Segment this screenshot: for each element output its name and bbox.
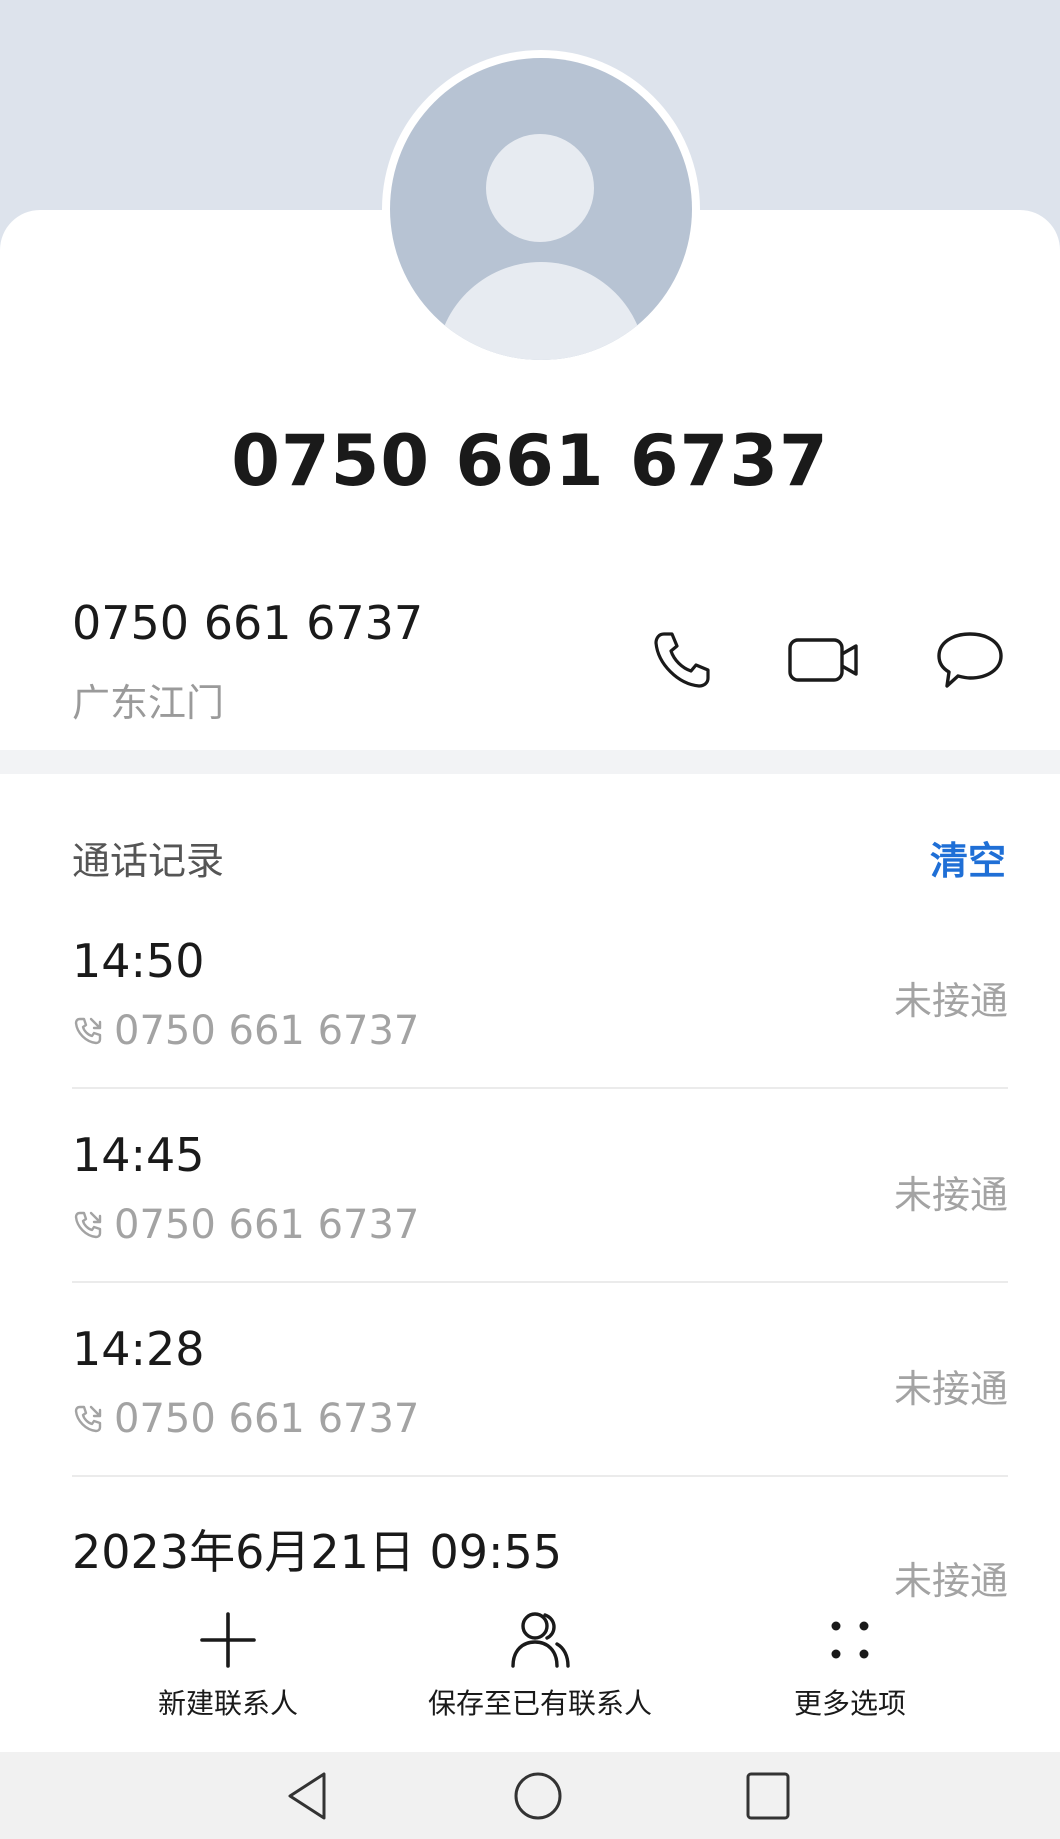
section-separator <box>0 750 1060 774</box>
avatar <box>382 50 700 368</box>
avatar-placeholder <box>390 58 692 360</box>
table-row[interactable]: 14:50 0750 661 6737 未接通 <box>72 934 1008 1127</box>
avatar-body-shape <box>436 262 646 360</box>
save-to-existing-label: 保存至已有联系人 <box>427 1687 652 1720</box>
call-time: 14:45 <box>72 1128 205 1182</box>
video-camera-icon[interactable] <box>786 622 862 698</box>
call-number-row: 0750 661 6737 <box>72 1008 419 1054</box>
call-log-title: 通话记录 <box>72 839 225 883</box>
call-status: 未接通 <box>893 1173 1008 1217</box>
message-bubble-icon[interactable] <box>932 622 1008 698</box>
list-divider <box>72 1475 1008 1477</box>
phone-number[interactable]: 0750 661 6737 <box>72 596 423 650</box>
call-number: 0750 661 6737 <box>114 1396 420 1442</box>
more-dots-icon <box>831 1621 869 1659</box>
table-row[interactable]: 14:28 0750 661 6737 未接通 <box>72 1322 1008 1515</box>
system-navigation-bar <box>0 1752 1060 1839</box>
call-number-row: 0750 661 6737 <box>72 1396 419 1442</box>
save-to-existing-contact-button[interactable]: 保存至已有联系人 <box>400 1608 680 1722</box>
call-status: 未接通 <box>893 979 1008 1023</box>
table-row[interactable]: 14:45 0750 661 6737 未接通 <box>72 1128 1008 1321</box>
recents-nav-icon[interactable] <box>744 1770 792 1826</box>
call-number: 0750 661 6737 <box>114 1202 420 1248</box>
phone-location: 广东江门 <box>72 681 225 725</box>
avatar-head-shape <box>486 134 594 242</box>
more-options-button[interactable]: 更多选项 <box>740 1608 960 1722</box>
home-nav-icon[interactable] <box>512 1770 564 1826</box>
call-number: 0750 661 6737 <box>114 1008 420 1054</box>
missed-call-icon <box>74 1211 102 1239</box>
call-time: 14:50 <box>72 934 205 988</box>
table-row[interactable]: 2023年6月21日 09:55 未接通 <box>72 1516 1008 1600</box>
contacts-icon <box>511 1612 570 1668</box>
bottom-action-bar: 新建联系人 保存至已有联系人 更多选项 <box>0 1600 1060 1750</box>
clear-button[interactable]: 清空 <box>930 830 1006 885</box>
more-options-label: 更多选项 <box>793 1687 906 1720</box>
list-divider <box>72 1281 1008 1283</box>
new-contact-label: 新建联系人 <box>157 1687 298 1720</box>
missed-call-icon <box>74 1017 102 1045</box>
call-time: 14:28 <box>72 1322 205 1376</box>
phone-icon[interactable] <box>644 622 720 698</box>
page-title: 0750 661 6737 <box>231 420 829 502</box>
call-status: 未接通 <box>893 1367 1008 1411</box>
missed-call-icon <box>74 1405 102 1433</box>
back-nav-icon[interactable] <box>284 1770 332 1826</box>
new-contact-button[interactable]: 新建联系人 <box>118 1608 338 1722</box>
call-time: 2023年6月21日 09:55 <box>72 1525 563 1579</box>
plus-icon <box>200 1612 256 1668</box>
call-status: 未接通 <box>893 1559 1008 1600</box>
list-divider <box>72 1087 1008 1089</box>
call-number-row: 0750 661 6737 <box>72 1202 419 1248</box>
